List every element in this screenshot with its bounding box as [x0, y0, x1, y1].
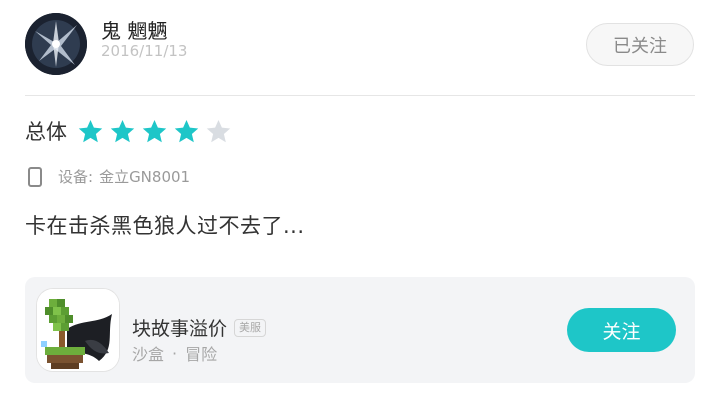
followed-button[interactable]: 已关注: [586, 23, 694, 66]
divider: [25, 95, 695, 96]
follow-app-button[interactable]: 关注: [567, 308, 676, 352]
app-name[interactable]: 块故事溢价: [132, 314, 227, 341]
user-avatar[interactable]: [25, 13, 87, 75]
device-info: 设备: 金立GN8001: [28, 166, 190, 187]
rating-label: 总体: [25, 120, 67, 144]
avatar-image: [25, 13, 87, 75]
phone-icon: [28, 166, 42, 187]
device-label: 设备:: [58, 168, 94, 186]
review-date: 2016/11/13: [101, 42, 188, 60]
rating-stars: [77, 118, 237, 145]
overall-rating: 总体: [25, 115, 237, 147]
app-region-badge: 美服: [234, 318, 267, 337]
app-icon[interactable]: [37, 289, 119, 371]
star-filled-icon: [110, 119, 135, 142]
device-model: 金立GN8001: [99, 168, 191, 186]
username[interactable]: 鬼 魍魉: [101, 15, 167, 44]
tag-separator: ·: [172, 343, 178, 363]
app-tag: 沙盒: [132, 345, 165, 364]
star-filled-icon: [142, 119, 167, 142]
app-tag: 冒险: [185, 345, 218, 364]
star-filled-icon: [78, 119, 103, 142]
review-text: 卡在击杀黑色狼人过不去了...: [25, 214, 305, 238]
app-tags: 沙盒 · 冒险: [132, 341, 217, 365]
star-filled-icon: [174, 119, 199, 142]
app-card[interactable]: 块故事溢价 美服 沙盒 · 冒险 关注: [25, 277, 695, 383]
star-empty-icon: [206, 119, 231, 142]
app-icon-image: [37, 289, 119, 371]
